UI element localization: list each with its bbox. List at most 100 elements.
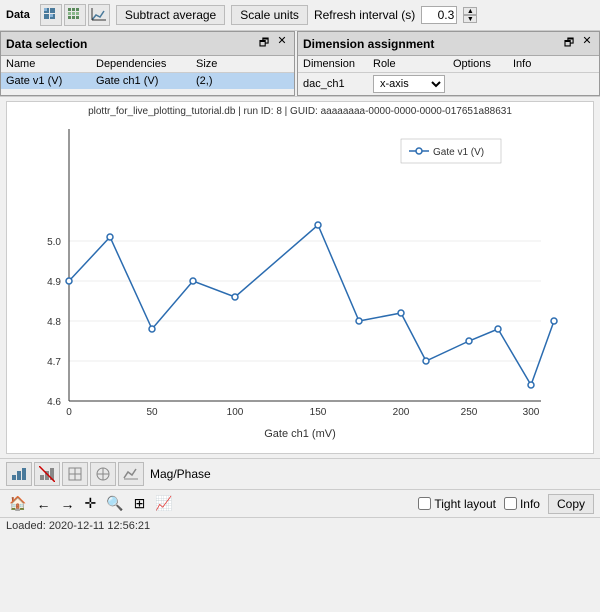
row-deps: Gate ch1 (V) — [96, 75, 196, 87]
dimension-assignment-title: Dimension assignment — [303, 37, 434, 51]
data-selection-header: Data selection 🗗 ✕ — [1, 32, 294, 56]
data-point — [190, 278, 196, 284]
grid-icon[interactable] — [40, 4, 62, 26]
col-options: Options — [453, 58, 513, 70]
panel-restore-icon[interactable]: 🗗 — [257, 34, 271, 53]
svg-text:5.0: 5.0 — [47, 237, 61, 248]
tight-layout-checkbox[interactable] — [418, 497, 431, 510]
dimension-assignment-header: Dimension assignment 🗗 ✕ — [298, 32, 599, 56]
dim-role-select[interactable]: x-axis y-axis none — [373, 75, 445, 93]
svg-text:4.8: 4.8 — [47, 317, 61, 328]
col-dimension: Dimension — [303, 58, 373, 70]
data-point — [107, 234, 113, 240]
data-point — [466, 338, 472, 344]
chart-wrap: Gate ch1 (mV) 4.6 4.7 4.8 4.9 5.0 0 50 1… — [11, 119, 589, 449]
tight-layout-wrap: Tight layout — [418, 497, 496, 511]
info-checkbox[interactable] — [504, 497, 517, 510]
chart-container: plottr_for_live_plotting_tutorial.db | r… — [6, 101, 594, 454]
data-point — [528, 382, 534, 388]
nav-right: Tight layout Info Copy — [418, 494, 594, 514]
panel-close-icon[interactable]: ✕ — [275, 34, 289, 53]
spinner-down[interactable]: ▼ — [463, 15, 477, 23]
data-selection-row[interactable]: Gate v1 (V) Gate ch1 (V) (2,) — [1, 73, 294, 89]
chart-svg: Gate ch1 (mV) 4.6 4.7 4.8 4.9 5.0 0 50 1… — [11, 119, 581, 449]
data-point — [423, 358, 429, 364]
info-wrap: Info — [504, 497, 540, 511]
info-label: Info — [520, 497, 540, 511]
settings-icon[interactable]: ⊞ — [131, 493, 149, 514]
col-deps: Dependencies — [96, 58, 196, 70]
back-icon[interactable]: ← — [33, 494, 53, 514]
home-icon[interactable]: 🏠 — [6, 493, 29, 514]
subtract-average-button[interactable]: Subtract average — [116, 5, 225, 25]
svg-text:50: 50 — [146, 407, 158, 418]
data-point — [66, 278, 72, 284]
scale-units-button[interactable]: Scale units — [231, 5, 308, 25]
mag-phase-label: Mag/Phase — [146, 467, 211, 481]
svg-text:0: 0 — [66, 407, 72, 418]
spinner-up[interactable]: ▲ — [463, 7, 477, 15]
x-axis-label: Gate ch1 (mV) — [264, 428, 336, 440]
bottom-toolbar: Mag/Phase — [0, 458, 600, 489]
data-point — [551, 318, 557, 324]
data-selection-columns: Name Dependencies Size — [1, 56, 294, 73]
chart-subtitle: plottr_for_live_plotting_tutorial.db | r… — [11, 106, 589, 117]
data-selection-title: Data selection — [6, 37, 87, 51]
forward-icon[interactable]: → — [57, 494, 77, 514]
icon4-btn[interactable] — [90, 462, 116, 486]
svg-text:150: 150 — [310, 407, 327, 418]
dim-panel-close-icon[interactable]: ✕ — [580, 34, 594, 53]
row-name: Gate v1 (V) — [6, 75, 96, 87]
tight-layout-label: Tight layout — [434, 497, 496, 511]
data-point — [495, 326, 501, 332]
icon5-btn[interactable] — [118, 462, 144, 486]
plot-icon-btn[interactable] — [6, 462, 32, 486]
move-icon[interactable]: ✛ — [81, 493, 99, 514]
col-role: Role — [373, 58, 453, 70]
grid2-icon[interactable] — [64, 4, 86, 26]
data-selection-panel: Data selection 🗗 ✕ Name Dependencies Siz… — [0, 31, 295, 96]
svg-text:300: 300 — [523, 407, 540, 418]
panel-controls-left: 🗗 ✕ — [257, 34, 289, 53]
data-point — [398, 310, 404, 316]
panel-controls-right: 🗗 ✕ — [562, 34, 594, 53]
col-info: Info — [513, 58, 553, 70]
col-size: Size — [196, 58, 246, 70]
panels-row: Data selection 🗗 ✕ Name Dependencies Siz… — [0, 31, 600, 97]
dim-panel-restore-icon[interactable]: 🗗 — [562, 34, 576, 53]
data-point — [315, 222, 321, 228]
nav-bar: 🏠 ← → ✛ 🔍 ⊞ 📈 Tight layout Info Copy — [0, 489, 600, 517]
dim-columns: Dimension Role Options Info — [298, 56, 599, 73]
icon3-btn[interactable] — [62, 462, 88, 486]
dim-row: dac_ch1 x-axis y-axis none — [298, 73, 599, 95]
svg-text:4.6: 4.6 — [47, 397, 61, 408]
data-title: Data — [6, 9, 30, 21]
refresh-label: Refresh interval (s) — [314, 8, 415, 22]
svg-text:4.9: 4.9 — [47, 277, 61, 288]
main-toolbar: Data — [0, 0, 600, 31]
svg-text:250: 250 — [461, 407, 478, 418]
status-text: Loaded: 2020-12-11 12:56:21 — [6, 520, 150, 532]
svg-text:4.7: 4.7 — [47, 357, 61, 368]
legend-marker — [416, 148, 422, 154]
copy-button[interactable]: Copy — [548, 494, 594, 514]
dimension-assignment-panel: Dimension assignment 🗗 ✕ Dimension Role … — [297, 31, 600, 96]
data-point — [149, 326, 155, 332]
refresh-input[interactable] — [421, 6, 457, 24]
export-icon[interactable]: 📈 — [152, 493, 175, 514]
row-size: (2,) — [196, 75, 246, 87]
svg-text:200: 200 — [393, 407, 410, 418]
legend-label: Gate v1 (V) — [433, 147, 484, 158]
status-bar: Loaded: 2020-12-11 12:56:21 — [0, 517, 600, 534]
icon-group-1 — [40, 4, 110, 26]
svg-text:100: 100 — [227, 407, 244, 418]
refresh-spinner[interactable]: ▲ ▼ — [463, 7, 477, 23]
dim-name: dac_ch1 — [303, 78, 373, 90]
zoom-icon[interactable]: 🔍 — [103, 493, 126, 514]
back-plot-icon-btn[interactable] — [34, 462, 60, 486]
chart-line-icon[interactable] — [88, 4, 110, 26]
nav-left: 🏠 ← → ✛ 🔍 ⊞ 📈 — [6, 493, 176, 514]
col-name: Name — [6, 58, 96, 70]
data-point — [356, 318, 362, 324]
data-point — [232, 294, 238, 300]
